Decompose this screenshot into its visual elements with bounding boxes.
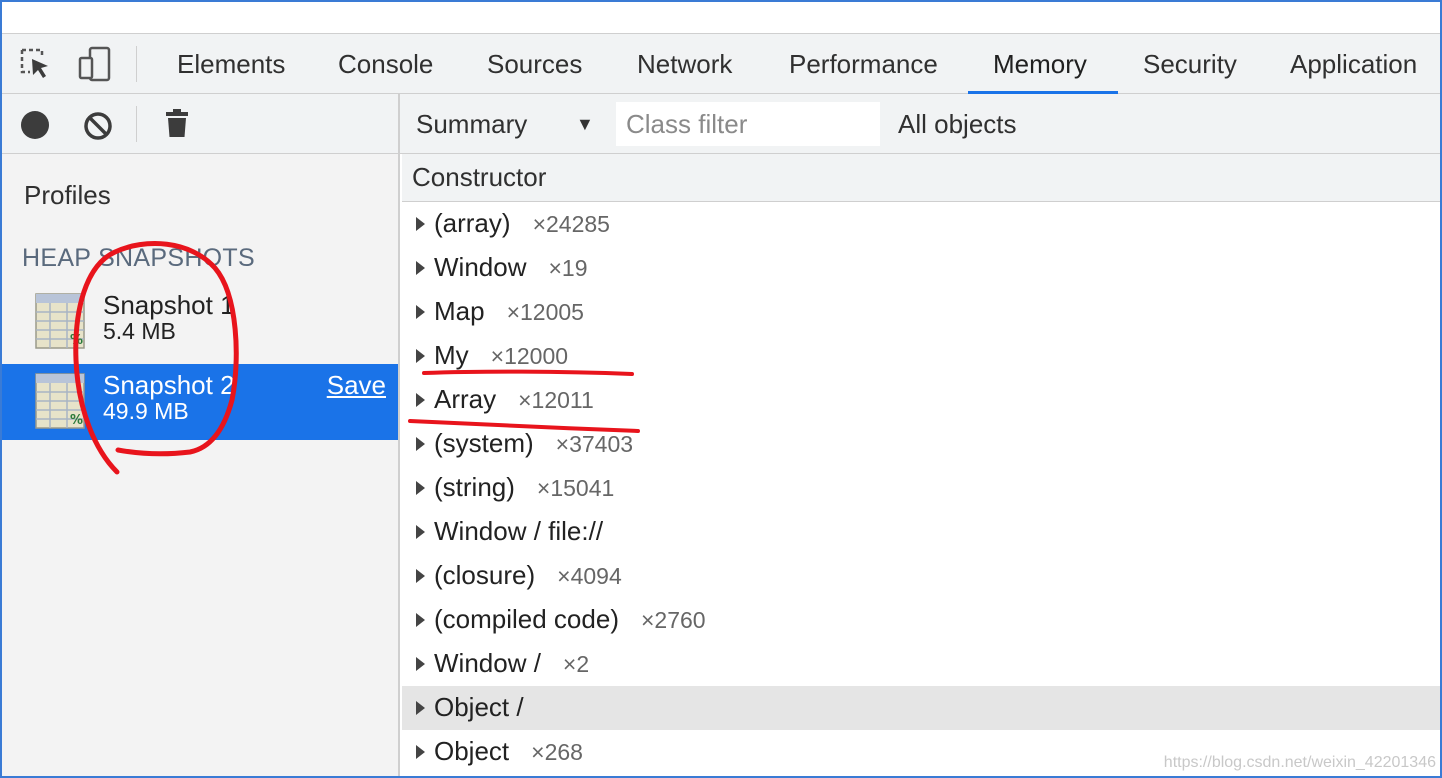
window-frame xyxy=(0,0,1442,778)
watermark-text: https://blog.csdn.net/weixin_42201346 xyxy=(1163,754,1436,771)
